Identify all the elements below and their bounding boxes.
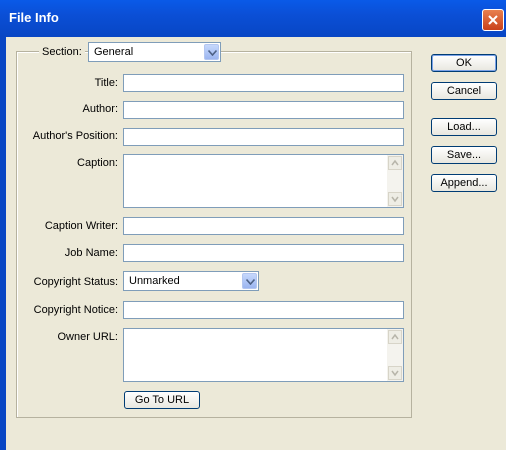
title-label: Title:: [94, 77, 118, 89]
arrow-up-icon: [391, 159, 399, 166]
close-icon: [488, 15, 498, 25]
author-label: Author:: [82, 103, 118, 115]
owner-url-label: Owner URL:: [57, 331, 118, 343]
window-title: File Info: [9, 10, 59, 25]
window-border: [0, 37, 6, 450]
copyright-status-label: Copyright Status:: [33, 276, 118, 288]
section-select[interactable]: General: [88, 42, 221, 62]
append-button[interactable]: Append...: [431, 174, 497, 192]
arrow-down-icon: [391, 196, 399, 203]
section-dropdown-arrow[interactable]: [204, 44, 219, 60]
ok-button[interactable]: OK: [431, 54, 497, 72]
scroll-down-button[interactable]: [388, 366, 402, 380]
copyright-notice-label: Copyright Notice:: [33, 304, 118, 316]
save-button[interactable]: Save...: [431, 146, 497, 164]
copyright-status-value: Unmarked: [129, 275, 180, 287]
cancel-button[interactable]: Cancel: [431, 82, 497, 100]
section-label: Section:: [39, 46, 85, 58]
chevron-down-icon: [208, 50, 217, 56]
owner-url-textarea[interactable]: [123, 328, 404, 382]
title-input[interactable]: [123, 74, 404, 92]
author-position-input[interactable]: [123, 128, 404, 146]
close-button[interactable]: [482, 9, 504, 31]
scroll-down-button[interactable]: [388, 192, 402, 206]
copyright-status-select[interactable]: Unmarked: [123, 271, 259, 291]
arrow-up-icon: [391, 333, 399, 340]
copyright-status-dropdown-arrow[interactable]: [242, 273, 257, 289]
section-value: General: [94, 46, 134, 58]
caption-scrollbar[interactable]: [387, 155, 403, 207]
author-position-label: Author's Position:: [32, 130, 118, 142]
scroll-up-button[interactable]: [388, 156, 402, 170]
scroll-up-button[interactable]: [388, 330, 402, 344]
job-name-input[interactable]: [123, 244, 404, 262]
title-bar[interactable]: File Info: [0, 0, 506, 37]
owner-url-scrollbar[interactable]: [387, 329, 403, 381]
load-button[interactable]: Load...: [431, 118, 497, 136]
caption-writer-label: Caption Writer:: [44, 220, 118, 232]
go-to-url-button[interactable]: Go To URL: [124, 391, 200, 409]
caption-textarea[interactable]: [123, 154, 404, 208]
file-info-dialog: File Info Section: General Title: Author…: [0, 0, 506, 450]
caption-label: Caption:: [77, 157, 118, 169]
author-input[interactable]: [123, 101, 404, 119]
caption-writer-input[interactable]: [123, 217, 404, 235]
arrow-down-icon: [391, 370, 399, 377]
chevron-down-icon: [246, 279, 255, 285]
copyright-notice-input[interactable]: [123, 301, 404, 319]
job-name-label: Job Name:: [64, 247, 118, 259]
